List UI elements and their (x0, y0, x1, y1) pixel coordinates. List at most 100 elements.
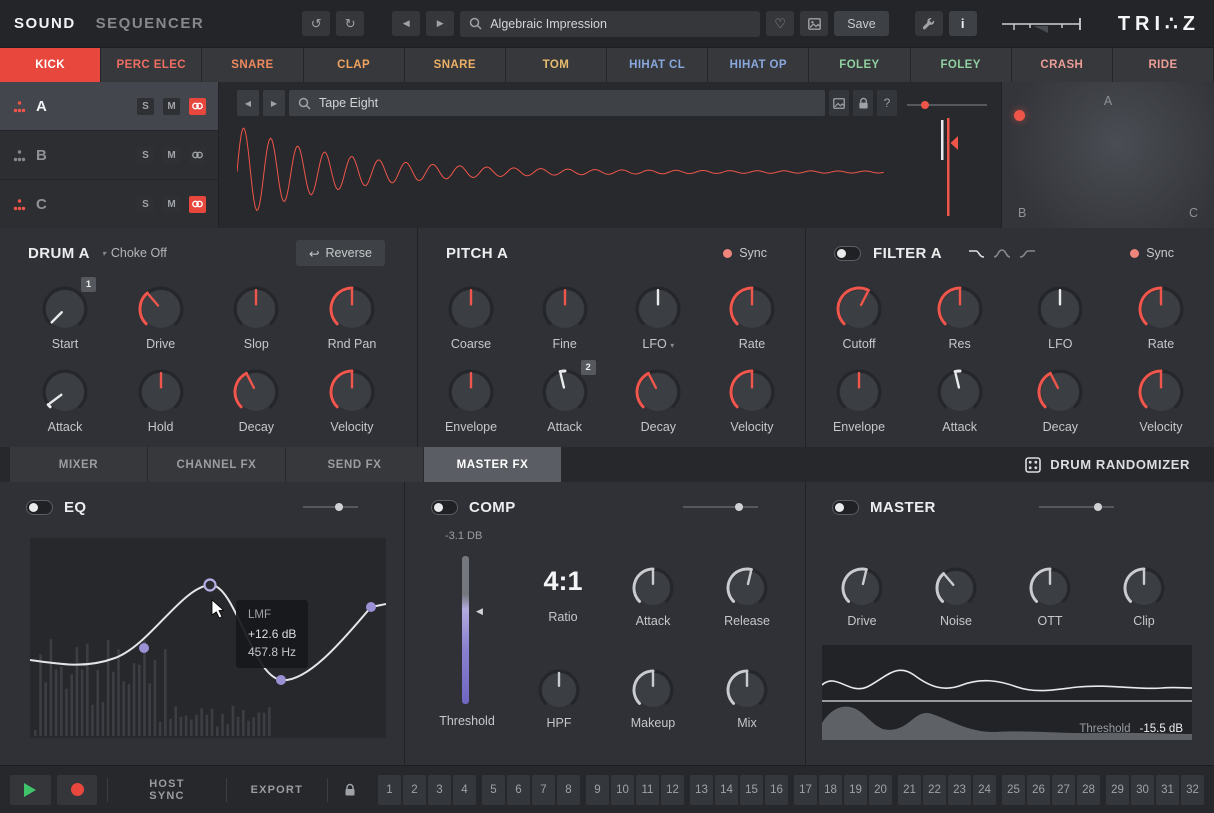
step-1[interactable]: 1 (378, 775, 401, 805)
save-button[interactable]: Save (834, 11, 889, 36)
knob-fine[interactable]: Fine (530, 284, 600, 351)
eq-band-handle[interactable] (139, 643, 149, 653)
step-12[interactable]: 12 (661, 775, 684, 805)
eq-band-handle[interactable] (276, 675, 286, 685)
step-27[interactable]: 27 (1052, 775, 1075, 805)
step-23[interactable]: 23 (948, 775, 971, 805)
pad-kick[interactable]: KICK (0, 48, 101, 82)
preset-image-button[interactable] (800, 11, 828, 36)
master-enable-toggle[interactable] (832, 500, 859, 515)
knob-envelope[interactable]: Envelope (824, 367, 894, 434)
knob-hold[interactable]: Hold (126, 367, 196, 434)
eq-graph[interactable]: LMF +12.6 dB 457.8 Hz (30, 538, 386, 738)
redo-button[interactable]: ↻ (336, 11, 364, 36)
record-button[interactable] (57, 775, 98, 805)
step-31[interactable]: 31 (1156, 775, 1179, 805)
knob-noise[interactable]: Noise (920, 565, 992, 628)
knob-release[interactable]: Release (711, 565, 783, 628)
pad-perc-elec[interactable]: PERC ELEC (101, 48, 202, 82)
knob-drive[interactable]: Drive (126, 284, 196, 351)
fx-tab-master-fx[interactable]: MASTER FX (424, 447, 562, 482)
knob-rnd-pan[interactable]: Rnd Pan (317, 284, 387, 351)
comp-mix-slider[interactable] (683, 506, 758, 508)
step-11[interactable]: 11 (636, 775, 659, 805)
knob-rate[interactable]: Rate (1126, 284, 1196, 351)
sample-level-meter[interactable] (939, 118, 959, 218)
filter-sync-toggle[interactable]: Sync (1130, 246, 1174, 260)
next-sample-button[interactable]: ▶ (263, 90, 285, 116)
layer-a[interactable]: ASM (0, 82, 218, 131)
bandpass-icon[interactable] (993, 247, 1011, 260)
fx-tab-send-fx[interactable]: SEND FX (286, 447, 424, 482)
step-13[interactable]: 13 (690, 775, 713, 805)
step-19[interactable]: 19 (844, 775, 867, 805)
knob-decay[interactable]: Decay (1025, 367, 1095, 434)
eq-band-handle-active[interactable] (205, 580, 216, 591)
reverse-button[interactable]: ↩Reverse (296, 240, 385, 266)
drum-randomizer-button[interactable]: DRUM RANDOMIZER (1025, 447, 1190, 482)
knob-lfo[interactable]: LFO (1025, 284, 1095, 351)
step-30[interactable]: 30 (1131, 775, 1154, 805)
knob-res[interactable]: Res (925, 284, 995, 351)
master-scope[interactable]: Threshold-15.5 dB (822, 645, 1192, 740)
knob-attack[interactable]: Attack (925, 367, 995, 434)
knob-ott[interactable]: OTT (1014, 565, 1086, 628)
layer-a-link-button[interactable] (189, 98, 206, 115)
step-17[interactable]: 17 (794, 775, 817, 805)
step-14[interactable]: 14 (715, 775, 738, 805)
pad-hihat-op[interactable]: HIHAT OP (708, 48, 809, 82)
knob-drive[interactable]: Drive (826, 565, 898, 628)
sample-volume-slider[interactable] (907, 104, 987, 106)
knob-decay[interactable]: Decay (221, 367, 291, 434)
preset-search-field[interactable]: Algebraic Impression (460, 11, 760, 37)
knob-cutoff[interactable]: Cutoff (824, 284, 894, 351)
knob-attack[interactable]: Attack (30, 367, 100, 434)
step-24[interactable]: 24 (973, 775, 996, 805)
choke-dropdown[interactable]: ▾Choke Off (102, 246, 167, 260)
step-4[interactable]: 4 (453, 775, 476, 805)
eq-enable-toggle[interactable] (26, 500, 53, 515)
pad-ride[interactable]: RIDE (1113, 48, 1214, 82)
layer-b-mute-button[interactable]: M (163, 147, 180, 164)
knob-makeup[interactable]: Makeup (617, 667, 689, 730)
step-5[interactable]: 5 (482, 775, 505, 805)
next-preset-button[interactable]: ▶ (426, 11, 454, 36)
step-15[interactable]: 15 (740, 775, 763, 805)
layer-c-link-button[interactable] (189, 196, 206, 213)
step-29[interactable]: 29 (1106, 775, 1129, 805)
step-21[interactable]: 21 (898, 775, 921, 805)
knob-rate[interactable]: Rate (717, 284, 787, 351)
step-16[interactable]: 16 (765, 775, 788, 805)
sample-search-field[interactable]: Tape Eight (289, 90, 825, 116)
step-25[interactable]: 25 (1002, 775, 1025, 805)
tab-sound[interactable]: SOUND (14, 15, 76, 32)
step-9[interactable]: 9 (586, 775, 609, 805)
step-28[interactable]: 28 (1077, 775, 1100, 805)
knob-attack[interactable]: Attack (617, 565, 689, 628)
layer-a-mute-button[interactable]: M (163, 98, 180, 115)
highpass-icon[interactable] (1018, 247, 1036, 260)
pad-crash[interactable]: CRASH (1012, 48, 1113, 82)
knob-mix[interactable]: Mix (711, 667, 783, 730)
host-sync-button[interactable]: HOST SYNC (118, 775, 215, 805)
master-mix-slider[interactable] (1039, 506, 1114, 508)
pad-hihat-cl[interactable]: HIHAT CL (607, 48, 708, 82)
step-26[interactable]: 26 (1027, 775, 1050, 805)
knob-clip[interactable]: Clip (1108, 565, 1180, 628)
layer-b-link-button[interactable] (189, 147, 206, 164)
step-20[interactable]: 20 (869, 775, 892, 805)
comp-enable-toggle[interactable] (431, 500, 458, 515)
output-trim-icon[interactable] (1000, 13, 1086, 35)
pad-snare[interactable]: SNARE (202, 48, 303, 82)
pad-foley[interactable]: FOLEY (911, 48, 1012, 82)
knob-decay[interactable]: Decay (623, 367, 693, 434)
knob-envelope[interactable]: Envelope (436, 367, 506, 434)
lowpass-icon[interactable] (968, 247, 986, 260)
knob-velocity[interactable]: Velocity (717, 367, 787, 434)
eq-band-handle[interactable] (366, 602, 376, 612)
layer-b[interactable]: BSM (0, 131, 218, 180)
settings-button[interactable] (915, 11, 943, 36)
knob-coarse[interactable]: Coarse (436, 284, 506, 351)
eq-mix-slider[interactable] (303, 506, 358, 508)
fx-tab-mixer[interactable]: MIXER (10, 447, 148, 482)
